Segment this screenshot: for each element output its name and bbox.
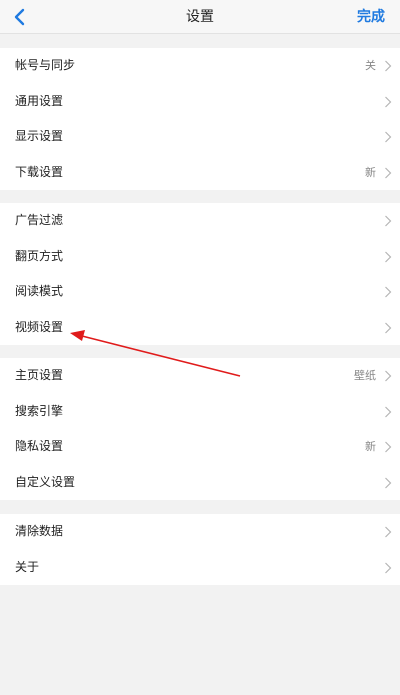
- row-label: 搜索引擎: [15, 403, 64, 418]
- row-label: 翻页方式: [15, 248, 64, 263]
- chevron-right-icon: [385, 441, 392, 453]
- row-about[interactable]: 关于: [0, 550, 400, 586]
- row-label: 下载设置: [15, 164, 64, 179]
- settings-screen: 设置 完成 帐号与同步 关 通用设置 显示设置 下载设置 新 广告过滤 翻页方式…: [0, 0, 400, 695]
- chevron-right-icon: [385, 322, 392, 333]
- row-custom-settings[interactable]: 自定义设置: [0, 465, 400, 501]
- row-general-settings[interactable]: 通用设置: [0, 84, 400, 120]
- chevron-right-icon: [385, 286, 392, 298]
- chevron-right-icon: [385, 477, 392, 488]
- row-label: 显示设置: [15, 129, 64, 143]
- chevron-right-icon: [385, 251, 392, 262]
- row-display-settings[interactable]: 显示设置: [0, 119, 400, 155]
- row-label: 主页设置: [15, 368, 64, 382]
- row-value: 壁纸: [354, 369, 376, 382]
- row-label: 清除数据: [15, 524, 64, 538]
- row-label: 通用设置: [15, 93, 64, 108]
- row-label: 阅读模式: [15, 284, 64, 298]
- row-search-engine[interactable]: 搜索引擎: [0, 394, 400, 430]
- chevron-right-icon: [385, 131, 392, 143]
- settings-group-misc: 清除数据 关于: [0, 514, 400, 585]
- settings-group-home: 主页设置 壁纸 搜索引擎 隐私设置 新 自定义设置: [0, 358, 400, 500]
- page-title: 设置: [186, 9, 214, 25]
- chevron-right-icon: [385, 60, 392, 72]
- row-privacy-settings[interactable]: 隐私设置 新: [0, 429, 400, 465]
- row-label: 视频设置: [15, 319, 64, 334]
- chevron-right-icon: [385, 167, 392, 178]
- row-account-sync[interactable]: 帐号与同步 关: [0, 48, 400, 84]
- row-label: 关于: [15, 559, 40, 574]
- chevron-right-icon: [385, 526, 392, 538]
- row-homepage-settings[interactable]: 主页设置 壁纸: [0, 358, 400, 394]
- row-page-turn[interactable]: 翻页方式: [0, 239, 400, 275]
- row-value: 新: [365, 440, 376, 453]
- chevron-right-icon: [385, 215, 392, 227]
- chevron-right-icon: [385, 96, 392, 107]
- chevron-right-icon: [385, 562, 392, 573]
- nav-bar: 设置 完成: [0, 0, 400, 34]
- settings-group-reading: 广告过滤 翻页方式 阅读模式 视频设置: [0, 203, 400, 345]
- row-ad-filter[interactable]: 广告过滤: [0, 203, 400, 239]
- row-label: 帐号与同步: [15, 58, 76, 72]
- chevron-right-icon: [385, 370, 392, 382]
- row-value: 新: [365, 165, 376, 179]
- row-video-settings[interactable]: 视频设置: [0, 310, 400, 346]
- row-clear-data[interactable]: 清除数据: [0, 514, 400, 550]
- row-label: 隐私设置: [15, 439, 64, 453]
- done-button[interactable]: 完成: [357, 0, 385, 34]
- chevron-right-icon: [385, 406, 392, 417]
- settings-group-account: 帐号与同步 关 通用设置 显示设置 下载设置 新: [0, 48, 400, 190]
- row-reading-mode[interactable]: 阅读模式: [0, 274, 400, 310]
- row-download-settings[interactable]: 下载设置 新: [0, 155, 400, 191]
- row-label: 广告过滤: [15, 213, 64, 227]
- row-value: 关: [365, 59, 376, 72]
- row-label: 自定义设置: [15, 474, 76, 489]
